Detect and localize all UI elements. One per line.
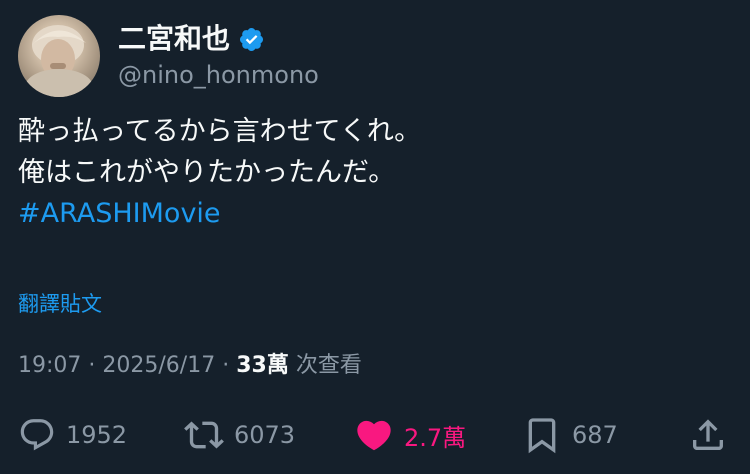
tweet-date[interactable]: 2025/6/17 [102, 353, 215, 378]
retweet-count: 6073 [234, 421, 296, 449]
action-bar: 1952 6073 2.7萬 687 [0, 414, 750, 456]
bookmark-button[interactable]: 687 [522, 414, 618, 456]
hashtag-link[interactable]: #ARASHIMovie [18, 193, 421, 234]
share-icon [693, 419, 723, 450]
avatar-image [25, 25, 93, 97]
reply-icon [20, 419, 54, 451]
tweet-meta: 19:07 · 2025/6/17 · 33萬 次查看 [18, 350, 362, 382]
translate-post-link[interactable]: 翻譯貼文 [18, 289, 102, 319]
display-name[interactable]: 二宮和也 [118, 22, 265, 56]
reply-count: 1952 [66, 421, 128, 449]
like-button[interactable]: 2.7萬 [354, 414, 466, 456]
verified-badge-icon [239, 27, 264, 51]
user-handle[interactable]: @nino_honmono [118, 60, 319, 90]
tweet-time[interactable]: 19:07 [18, 353, 81, 378]
like-count: 2.7萬 [404, 423, 467, 452]
retweet-icon [184, 421, 224, 449]
retweet-button[interactable]: 6073 [184, 414, 295, 456]
meta-separator: · [222, 353, 230, 378]
heart-icon [357, 420, 391, 451]
bookmark-icon [528, 418, 556, 454]
bookmark-count: 687 [572, 421, 618, 449]
display-name-text: 二宮和也 [118, 22, 231, 55]
views-count: 33萬 [236, 353, 289, 378]
share-button[interactable] [688, 414, 728, 456]
meta-separator: · [88, 353, 96, 378]
tweet-line-1: 酔っ払ってるから言わせてくれ。 [18, 116, 422, 147]
tweet-text: 酔っ払ってるから言わせてくれ。 俺はこれがやりたかったんだ。 #ARASHIMo… [18, 111, 421, 234]
avatar[interactable] [18, 15, 100, 97]
views-label: 次查看 [295, 353, 362, 378]
tweet-line-2: 俺はこれがやりたかったんだ。 [18, 157, 396, 188]
reply-button[interactable]: 1952 [18, 414, 127, 456]
